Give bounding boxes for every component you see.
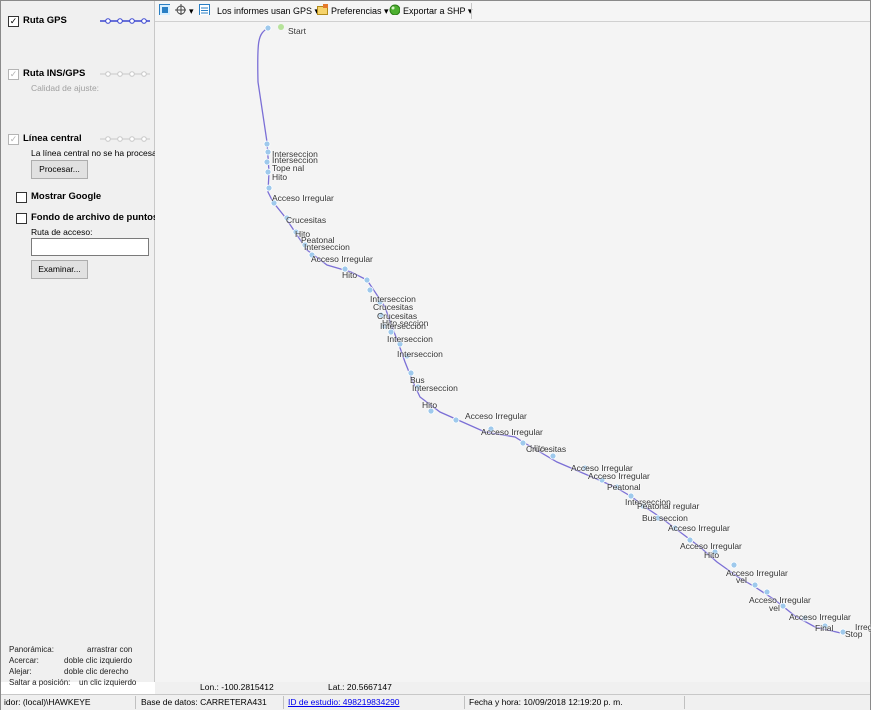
map-label: Hito bbox=[342, 270, 358, 280]
ruta-gps-legend-icon bbox=[100, 18, 150, 24]
crosshair-dropdown-icon[interactable]: ▾ bbox=[189, 4, 194, 18]
server-status: idor: (local)\HAWKEYE bbox=[4, 697, 91, 707]
help-pan: Panorámica: arrastrar con bbox=[9, 645, 133, 654]
route-marker[interactable] bbox=[751, 581, 759, 589]
export-menu[interactable]: Exportar a SHP ▾ bbox=[403, 4, 472, 18]
ruta-acceso-label: Ruta de acceso: bbox=[31, 227, 93, 237]
map-label: Acceso Irregular bbox=[789, 612, 851, 622]
route-marker[interactable] bbox=[263, 158, 271, 166]
preferences-icon[interactable] bbox=[317, 4, 328, 15]
map-label: Acceso Irregular bbox=[465, 411, 527, 421]
database-status: Base de datos: CARRETERA431 bbox=[141, 697, 267, 707]
datetime-status: Fecha y hora: 10/09/2018 12:19:20 p. m. bbox=[469, 697, 623, 707]
route-marker[interactable] bbox=[452, 416, 460, 424]
layers-icon[interactable] bbox=[159, 4, 170, 15]
linea-central-checkbox[interactable]: ✓ bbox=[8, 134, 19, 145]
route-map[interactable] bbox=[155, 22, 870, 682]
status-bar: idor: (local)\HAWKEYE Base de datos: CAR… bbox=[1, 694, 870, 710]
route-marker[interactable] bbox=[264, 24, 272, 32]
map-label: Acceso Irregular bbox=[481, 427, 543, 437]
ruta-gps-label: Ruta GPS bbox=[23, 15, 67, 26]
map-label: Peatonal regular bbox=[637, 501, 700, 511]
map-label: Final bbox=[815, 623, 834, 633]
ruta-acceso-input[interactable] bbox=[31, 238, 149, 256]
map-label: Interseccion bbox=[304, 242, 350, 252]
map-label: Crucesitas bbox=[526, 444, 567, 454]
help-zoom-out: Alejar: doble clic derecho bbox=[9, 667, 129, 676]
export-icon[interactable] bbox=[389, 4, 400, 15]
toolbar: ▾ Los informes usan GPS ▾ Preferencias ▾… bbox=[155, 1, 870, 22]
ruta-ins-legend-icon bbox=[100, 71, 150, 77]
map-label: Peatonal bbox=[607, 482, 641, 492]
gps-route-line bbox=[257, 27, 846, 635]
coordinates-bar: Lon.: -100.2815412 Lat.: 20.5667147 bbox=[155, 682, 870, 694]
quality-label: Calidad de ajuste: bbox=[31, 83, 100, 93]
status-separator bbox=[283, 696, 284, 709]
linea-central-note: La línea central no se ha procesado bbox=[31, 148, 167, 158]
route-marker[interactable] bbox=[263, 140, 271, 148]
toolbar-separator bbox=[471, 3, 472, 19]
mostrar-google-label: Mostrar Google bbox=[31, 191, 102, 202]
map-label: Acceso Irregular bbox=[588, 471, 650, 481]
status-separator bbox=[464, 696, 465, 709]
route-marker[interactable] bbox=[366, 286, 374, 294]
map-label: Hito bbox=[272, 172, 288, 182]
map-label: Interseccion bbox=[387, 334, 433, 344]
route-marker[interactable] bbox=[363, 276, 371, 284]
map-label: Hito bbox=[422, 400, 438, 410]
map-label: Acceso Irregular bbox=[272, 193, 334, 203]
map-label: Start bbox=[288, 26, 306, 36]
status-separator bbox=[135, 696, 136, 709]
reports-menu[interactable]: Los informes usan GPS ▾ bbox=[217, 4, 319, 18]
map-label: Interseccion bbox=[412, 383, 458, 393]
map-label: Bus seccion bbox=[642, 513, 688, 523]
route-marker[interactable] bbox=[264, 168, 272, 176]
procesar-button[interactable]: Procesar... bbox=[31, 160, 88, 179]
preferences-menu[interactable]: Preferencias ▾ bbox=[331, 4, 389, 18]
crosshair-icon[interactable] bbox=[175, 4, 186, 15]
route-markers bbox=[263, 24, 847, 636]
map-label: Interseccion bbox=[380, 321, 426, 331]
lon-readout: Lon.: -100.2815412 bbox=[200, 682, 274, 692]
help-zoom-in: Acercar: doble clic izquierdo bbox=[9, 656, 133, 665]
route-marker[interactable] bbox=[265, 184, 273, 192]
map-label: vel bbox=[736, 575, 747, 585]
fondo-puntos-checkbox[interactable] bbox=[16, 213, 27, 224]
ruta-gps-checkbox[interactable]: ✓ bbox=[8, 16, 19, 27]
report-icon[interactable] bbox=[199, 4, 210, 15]
study-id-link[interactable]: ID de estudio: 498219834290 bbox=[288, 697, 400, 707]
start-marker[interactable] bbox=[278, 24, 284, 30]
linea-central-legend-icon bbox=[100, 136, 150, 142]
linea-central-label: Línea central bbox=[23, 133, 82, 144]
mostrar-google-checkbox[interactable] bbox=[16, 192, 27, 203]
app-window: ✓ Ruta GPS ✓ Ruta INS/GPS Calidad de aju… bbox=[0, 0, 871, 710]
map-label: Interseccion bbox=[397, 349, 443, 359]
route-marker[interactable] bbox=[264, 148, 272, 156]
map-label: Hito bbox=[704, 550, 720, 560]
layers-panel: ✓ Ruta GPS ✓ Ruta INS/GPS Calidad de aju… bbox=[1, 1, 166, 687]
map-label: Stop bbox=[845, 629, 863, 639]
status-separator bbox=[684, 696, 685, 709]
fondo-puntos-label: Fondo de archivo de puntos bbox=[31, 212, 159, 223]
map-label: Crucesitas bbox=[286, 215, 327, 225]
ruta-ins-checkbox[interactable]: ✓ bbox=[8, 69, 19, 80]
map-label: Acceso Irregular bbox=[311, 254, 373, 264]
examinar-button[interactable]: Examinar... bbox=[31, 260, 88, 279]
map-label: vel bbox=[769, 603, 780, 613]
help-jump: Saltar a posición: un clic izquierdo bbox=[9, 678, 137, 687]
ruta-ins-label: Ruta INS/GPS bbox=[23, 68, 86, 79]
lat-readout: Lat.: 20.5667147 bbox=[328, 682, 392, 692]
map-canvas[interactable]: Start Interseccion Interseccion Tope nal Hit… bbox=[155, 22, 871, 682]
map-label: Acceso Irregular bbox=[668, 523, 730, 533]
